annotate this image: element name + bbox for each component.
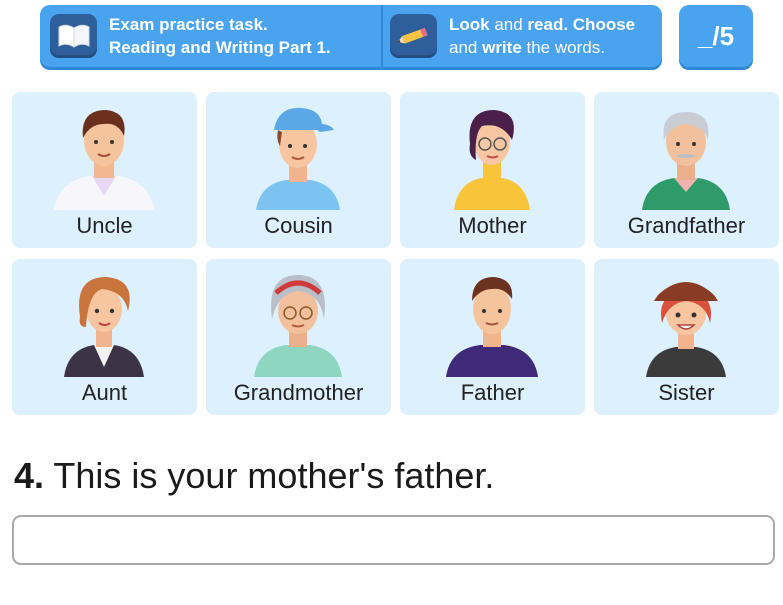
uncle-avatar-icon [54,110,154,210]
father-avatar-icon [446,277,538,377]
card-grandfather: Grandfather [594,92,779,248]
instruction-write: write [482,38,522,57]
card-label: Uncle [76,213,133,238]
sister-avatar-icon [646,282,726,377]
answer-input[interactable] [12,515,775,565]
question-text: This is your mother's father. [44,455,495,496]
task-header: Exam practice task. Reading and Writing … [40,5,662,67]
card-label: Mother [458,213,527,238]
instruction-and-1: and [489,15,528,34]
task-instructions-exam: Exam practice task. Reading and Writing … [50,5,376,67]
instruction-rest: the words. [521,38,605,57]
grandmother-avatar-icon [254,275,342,377]
card-grandmother: Grandmother [206,259,391,415]
instruction-look: Look [449,15,490,34]
question-number: 4. [14,455,45,496]
instruction-read: read. Choose [527,15,636,34]
score-badge: _/5 [679,5,753,67]
card-label: Aunt [81,380,128,405]
cousin-avatar-icon [256,107,340,210]
task-title: Exam practice task. [109,15,268,34]
card-label: Grandmother [233,380,364,405]
instruction-and-2: and [449,38,483,57]
question-prompt: 4. This is your mother's father. [14,455,494,497]
card-mother: Mother [400,92,585,248]
header-divider [381,5,383,67]
card-father: Father [400,259,585,415]
card-aunt: Aunt [12,259,197,415]
card-label: Grandfather [627,213,746,238]
mother-avatar-icon [454,110,530,210]
grandfather-avatar-icon [642,112,730,210]
pencil-icon [390,14,437,58]
card-label: Sister [658,380,715,405]
book-icon [50,14,97,58]
card-label: Cousin [264,213,333,238]
card-sister: Sister [594,259,779,415]
task-subtitle: Reading and Writing Part 1. [109,38,331,57]
card-label: Father [460,380,525,405]
aunt-avatar-icon [64,277,144,377]
card-uncle: Uncle [12,92,197,248]
task-instructions-directions: Look and read. Choose and write the word… [390,5,660,67]
card-cousin: Cousin [206,92,391,248]
